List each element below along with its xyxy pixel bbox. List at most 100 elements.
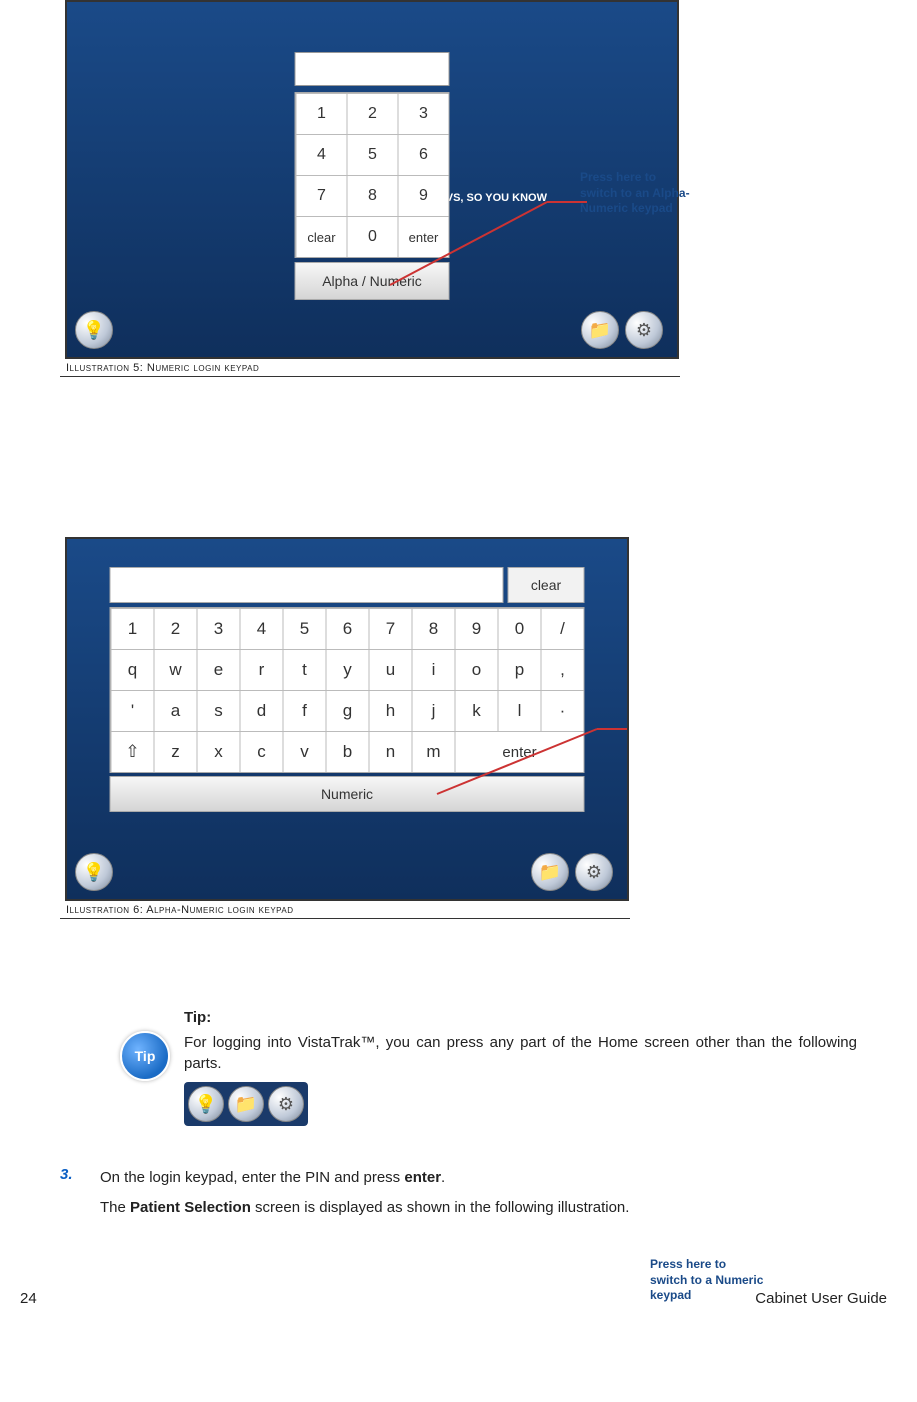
- akey-9[interactable]: 9: [455, 608, 498, 649]
- page-number: 24: [20, 1290, 37, 1307]
- alpha-keypad: 1 2 3 4 5 6 7 8 9 0 / q w e r: [110, 607, 585, 773]
- bulb-icon: 💡: [188, 1086, 224, 1122]
- key-0[interactable]: 0: [347, 216, 398, 257]
- callout-alpha: Press here to switch to a Numeric keypad: [650, 1257, 765, 1304]
- akey-a[interactable]: a: [154, 690, 197, 731]
- akey-o[interactable]: o: [455, 649, 498, 690]
- akey-7[interactable]: 7: [369, 608, 412, 649]
- akey-t[interactable]: t: [283, 649, 326, 690]
- bulb-icon[interactable]: 💡: [75, 311, 113, 349]
- akey-x[interactable]: x: [197, 731, 240, 772]
- alpha-clear-button[interactable]: clear: [508, 567, 585, 603]
- step-line1: On the login keypad, enter the PIN and p…: [100, 1166, 857, 1190]
- akey-h[interactable]: h: [369, 690, 412, 731]
- akey-enter[interactable]: enter: [455, 731, 584, 772]
- folder-icon: 📁: [228, 1086, 264, 1122]
- status-icon[interactable]: ⚙: [625, 311, 663, 349]
- numeric-keypad: 1 2 3 4 5 6 7 8 9 clear 0 enter: [295, 92, 450, 258]
- akey-b[interactable]: b: [326, 731, 369, 772]
- caption-number: 5: [133, 362, 140, 374]
- akey-8[interactable]: 8: [412, 608, 455, 649]
- akey-l[interactable]: l: [498, 690, 541, 731]
- document-title: Cabinet User Guide: [755, 1290, 887, 1307]
- bulb-icon[interactable]: 💡: [75, 853, 113, 891]
- key-2[interactable]: 2: [347, 93, 398, 134]
- step-3: 3. On the login keypad, enter the PIN an…: [60, 1166, 857, 1220]
- akey-z[interactable]: z: [154, 731, 197, 772]
- screenshot-alpha: clear 1 2 3 4 5 6 7 8 9 0 /: [65, 537, 629, 901]
- akey-e[interactable]: e: [197, 649, 240, 690]
- tip-icon: Tip: [120, 1031, 166, 1077]
- akey-v[interactable]: v: [283, 731, 326, 772]
- figure-alphanumeric: clear 1 2 3 4 5 6 7 8 9 0 /: [60, 537, 897, 919]
- step-line2-a: The: [100, 1199, 130, 1216]
- folder-icon[interactable]: 📁: [581, 311, 619, 349]
- key-7[interactable]: 7: [296, 175, 347, 216]
- akey-j[interactable]: j: [412, 690, 455, 731]
- step-line1-a: On the login keypad, enter the PIN and p…: [100, 1169, 404, 1186]
- akey-quote[interactable]: ': [111, 690, 154, 731]
- step-number: 3.: [60, 1166, 100, 1220]
- key-1[interactable]: 1: [296, 93, 347, 134]
- akey-q[interactable]: q: [111, 649, 154, 690]
- akey-dot[interactable]: ·: [541, 690, 584, 731]
- figure-numeric: V rak VS, SO YOU KNOW 1 2 3 4 5 6 7 8 9: [60, 0, 897, 377]
- akey-shift[interactable]: ⇧: [111, 731, 154, 772]
- akey-k[interactable]: k: [455, 690, 498, 731]
- akey-m[interactable]: m: [412, 731, 455, 772]
- key-8[interactable]: 8: [347, 175, 398, 216]
- alpha-numeric-switch[interactable]: Alpha / Numeric: [295, 262, 450, 300]
- callout-numeric: Press here to switch to an Alpha-Numeric…: [580, 170, 695, 217]
- numeric-switch[interactable]: Numeric: [110, 776, 585, 812]
- akey-6[interactable]: 6: [326, 608, 369, 649]
- akey-s[interactable]: s: [197, 690, 240, 731]
- caption-suffix: : Alpha-Numeric login keypad: [140, 904, 294, 916]
- pin-input[interactable]: [295, 52, 450, 86]
- figure2-caption: Illustration 6: Alpha-Numeric login keyp…: [60, 901, 630, 919]
- akey-u[interactable]: u: [369, 649, 412, 690]
- akey-0[interactable]: 0: [498, 608, 541, 649]
- akey-5[interactable]: 5: [283, 608, 326, 649]
- key-9[interactable]: 9: [398, 175, 449, 216]
- akey-3[interactable]: 3: [197, 608, 240, 649]
- tip-badge: Tip: [120, 1031, 170, 1081]
- alpha-input[interactable]: [110, 567, 504, 603]
- akey-r[interactable]: r: [240, 649, 283, 690]
- figure1-caption: Illustration 5: Numeric login keypad: [60, 359, 680, 377]
- tip-block: Tip Tip: For logging into VistaTrak™, yo…: [120, 1009, 857, 1126]
- akey-w[interactable]: w: [154, 649, 197, 690]
- akey-c[interactable]: c: [240, 731, 283, 772]
- akey-comma[interactable]: ,: [541, 649, 584, 690]
- key-3[interactable]: 3: [398, 93, 449, 134]
- caption-prefix: Illustration: [66, 904, 133, 916]
- step-line2-c: screen is displayed as shown in the foll…: [251, 1199, 630, 1216]
- akey-slash[interactable]: /: [541, 608, 584, 649]
- status-icon: ⚙: [268, 1086, 304, 1122]
- key-clear[interactable]: clear: [296, 216, 347, 257]
- akey-4[interactable]: 4: [240, 608, 283, 649]
- key-6[interactable]: 6: [398, 134, 449, 175]
- key-enter[interactable]: enter: [398, 216, 449, 257]
- akey-p[interactable]: p: [498, 649, 541, 690]
- key-4[interactable]: 4: [296, 134, 347, 175]
- step-line1-c: .: [441, 1169, 445, 1186]
- akey-n[interactable]: n: [369, 731, 412, 772]
- akey-i[interactable]: i: [412, 649, 455, 690]
- akey-1[interactable]: 1: [111, 608, 154, 649]
- akey-y[interactable]: y: [326, 649, 369, 690]
- akey-g[interactable]: g: [326, 690, 369, 731]
- akey-d[interactable]: d: [240, 690, 283, 731]
- step-line2: The Patient Selection screen is displaye…: [100, 1196, 857, 1220]
- akey-f[interactable]: f: [283, 690, 326, 731]
- caption-number: 6: [133, 904, 140, 916]
- page-footer: 24 Cabinet User Guide: [20, 1290, 897, 1307]
- caption-prefix: Illustration: [66, 362, 133, 374]
- status-icon[interactable]: ⚙: [575, 853, 613, 891]
- folder-icon[interactable]: 📁: [531, 853, 569, 891]
- akey-2[interactable]: 2: [154, 608, 197, 649]
- key-5[interactable]: 5: [347, 134, 398, 175]
- step-line1-bold: enter: [404, 1169, 441, 1186]
- tip-icons-row: 💡 📁 ⚙: [184, 1082, 308, 1126]
- caption-suffix: : Numeric login keypad: [140, 362, 259, 374]
- brand-tagline: VS, SO YOU KNOW: [446, 192, 547, 204]
